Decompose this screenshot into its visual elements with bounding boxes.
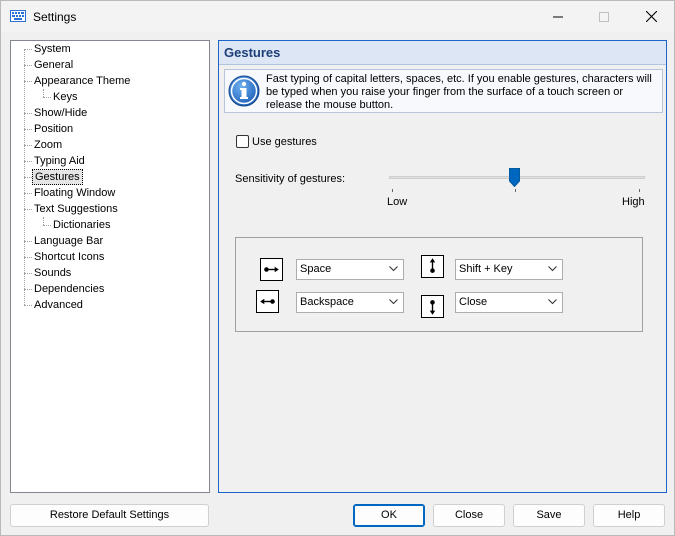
tree-item-gestures[interactable]: Gestures [32, 169, 83, 185]
tree-connector-line [24, 273, 32, 274]
slider-tick [639, 189, 640, 192]
title-bar: Settings [1, 1, 674, 32]
tree-connector-line [43, 225, 51, 226]
slider-tick [515, 189, 516, 192]
tree-item-position[interactable]: Position [32, 121, 75, 137]
tree-connector-line [24, 161, 32, 162]
maximize-icon [599, 11, 609, 22]
tree-connector-line [24, 289, 32, 290]
tree-item-general[interactable]: General [32, 57, 75, 73]
chevron-down-icon [389, 299, 398, 305]
panel-title: Gestures [219, 41, 666, 65]
swipe-up-select[interactable]: Shift + Key [455, 259, 563, 280]
slider-tick [392, 189, 393, 192]
tree-item-keys[interactable]: Keys [51, 89, 79, 105]
tree-connector-line [24, 81, 32, 82]
tree-connector-line [24, 113, 32, 114]
chevron-down-icon [548, 299, 557, 305]
minimize-icon [553, 16, 563, 17]
tree-item-floating-window[interactable]: Floating Window [32, 185, 117, 201]
swipe-right-icon [260, 258, 283, 281]
tree-item-shortcut-icons[interactable]: Shortcut Icons [32, 249, 106, 265]
slider-high-label: High [622, 196, 645, 208]
tree-connector-line [43, 97, 51, 98]
save-button[interactable]: Save [513, 504, 585, 527]
minimize-button[interactable] [535, 1, 581, 32]
tree-item-zoom[interactable]: Zoom [32, 137, 64, 153]
close-icon [645, 11, 657, 22]
settings-tree: System General Appearance Theme Keys Sho… [10, 40, 210, 493]
window-title: Settings [33, 10, 77, 24]
ok-button[interactable]: OK [353, 504, 425, 527]
use-gestures-label[interactable]: Use gestures [252, 136, 317, 148]
help-button[interactable]: Help [593, 504, 665, 527]
swipe-up-icon [421, 255, 444, 278]
tree-connector-line [24, 145, 32, 146]
tree-connector-line [24, 241, 32, 242]
keyboard-icon [10, 10, 26, 22]
tree-item-advanced[interactable]: Advanced [32, 297, 85, 313]
info-box: Fast typing of capital letters, spaces, … [224, 69, 663, 113]
tree-connector-line [24, 305, 32, 306]
tree-item-text-suggestions[interactable]: Text Suggestions [32, 201, 120, 217]
swipe-left-value: Backspace [300, 296, 354, 308]
swipe-left-select[interactable]: Backspace [296, 292, 404, 313]
swipe-right-select[interactable]: Space [296, 259, 404, 280]
use-gestures-checkbox[interactable] [236, 135, 249, 148]
swipe-down-value: Close [459, 296, 488, 308]
tree-item-dictionaries[interactable]: Dictionaries [51, 217, 112, 233]
tree-connector-line [24, 49, 32, 50]
close-window-button[interactable] [628, 1, 674, 32]
swipe-down-select[interactable]: Close [455, 292, 563, 313]
tree-connector-line [24, 257, 32, 258]
gestures-group: Space Shift + Key Backspace Close [235, 237, 643, 332]
slider-thumb[interactable] [509, 168, 520, 187]
maximize-button[interactable] [581, 1, 627, 32]
tree-item-appearance-theme[interactable]: Appearance Theme [32, 73, 132, 89]
tree-item-system[interactable]: System [32, 41, 73, 57]
info-text: Fast typing of capital letters, spaces, … [266, 73, 652, 111]
use-gestures-row[interactable]: Use gestures [236, 135, 317, 148]
sensitivity-label: Sensitivity of gestures: [235, 173, 346, 185]
tree-connector-line [24, 129, 32, 130]
tree-item-dependencies[interactable]: Dependencies [32, 281, 106, 297]
tree-connector-line [24, 193, 32, 194]
swipe-left-icon [256, 290, 279, 313]
tree-connector-line [43, 217, 44, 225]
settings-window: Settings System General Appearance Theme… [0, 0, 675, 536]
tree-item-sounds[interactable]: Sounds [32, 265, 73, 281]
chevron-down-icon [389, 266, 398, 272]
tree-connector-line [24, 65, 32, 66]
tree-item-typing-aid[interactable]: Typing Aid [32, 153, 87, 169]
tree-connector-line [43, 89, 44, 97]
swipe-up-value: Shift + Key [459, 263, 513, 275]
swipe-right-value: Space [300, 263, 332, 275]
chevron-down-icon [548, 266, 557, 272]
tree-connector-line [24, 209, 32, 210]
slider-low-label: Low [387, 196, 408, 208]
info-icon [228, 75, 260, 107]
sensitivity-slider[interactable]: Low High [387, 165, 647, 208]
tree-item-show-hide[interactable]: Show/Hide [32, 105, 89, 121]
swipe-down-icon [421, 295, 444, 318]
tree-connector-line [24, 177, 32, 178]
close-button[interactable]: Close [433, 504, 505, 527]
gestures-panel: Gestures Fast typing of capital letters,… [218, 40, 667, 493]
tree-item-language-bar[interactable]: Language Bar [32, 233, 105, 249]
restore-defaults-button[interactable]: Restore Default Settings [10, 504, 209, 527]
